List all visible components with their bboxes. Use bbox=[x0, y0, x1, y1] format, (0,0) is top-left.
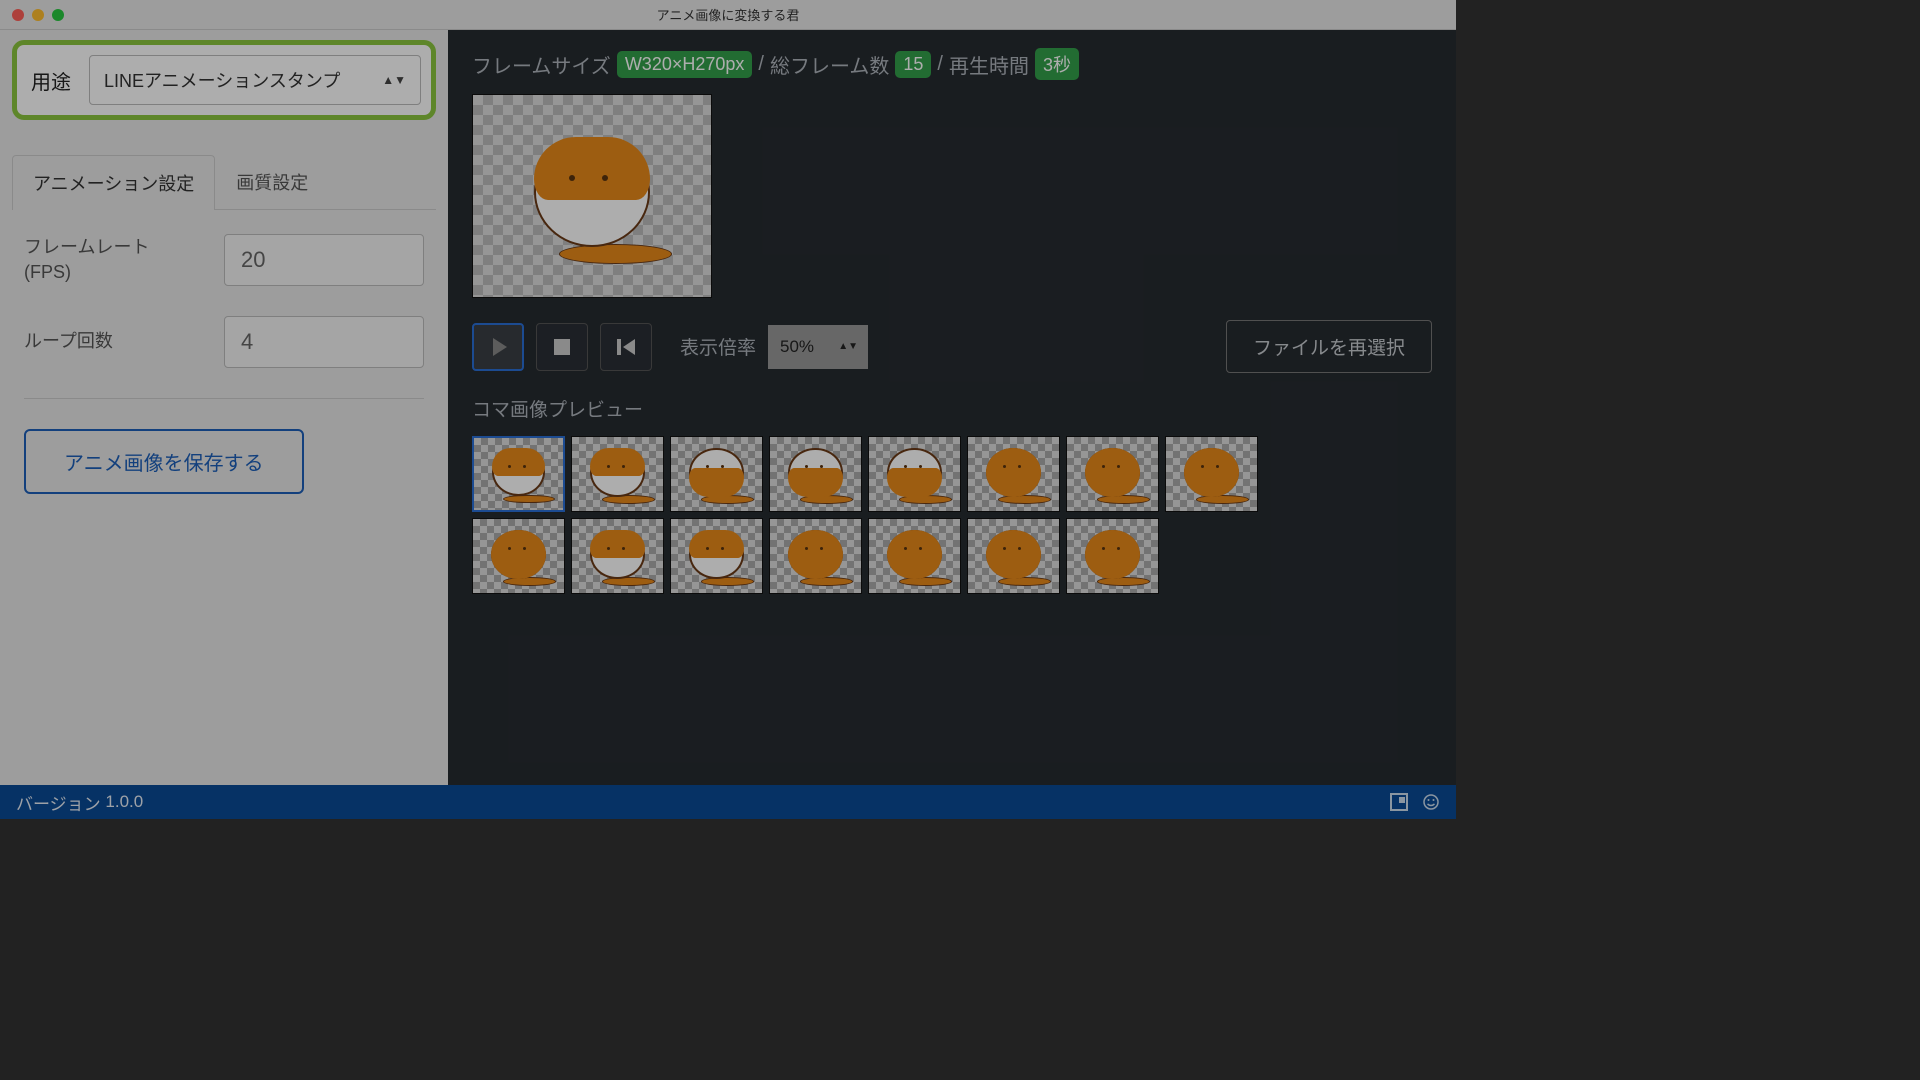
divider bbox=[24, 398, 424, 399]
zoom-label: 表示倍率 bbox=[680, 333, 756, 360]
maximize-window-button[interactable] bbox=[52, 9, 64, 21]
save-animation-button[interactable]: アニメ画像を保存する bbox=[24, 429, 304, 494]
tab-quality-settings[interactable]: 画質設定 bbox=[215, 154, 329, 209]
purpose-label: 用途 bbox=[27, 66, 71, 95]
preview-panel: フレームサイズ W320×H270px / 総フレーム数 15 / 再生時間 3… bbox=[448, 30, 1456, 785]
frame-thumbnail[interactable] bbox=[571, 518, 664, 594]
play-button[interactable] bbox=[472, 323, 524, 371]
reselect-files-button[interactable]: ファイルを再選択 bbox=[1226, 320, 1432, 373]
tab-animation-settings[interactable]: アニメーション設定 bbox=[12, 155, 215, 210]
total-frames-badge: 15 bbox=[895, 51, 931, 78]
frame-thumbnail[interactable] bbox=[1066, 436, 1159, 512]
app-logo-icon[interactable] bbox=[1390, 793, 1408, 811]
status-bar: バージョン 1.0.0 bbox=[0, 785, 1456, 819]
step-back-icon bbox=[617, 339, 635, 355]
settings-sidebar: 用途 LINEアニメーションスタンプ ▲▼ アニメーション設定 画質設定 フレー… bbox=[0, 30, 448, 785]
frames-heading: コマ画像プレビュー bbox=[472, 395, 1432, 422]
playback-controls: 表示倍率 50% ▲▼ ファイルを再選択 bbox=[472, 320, 1432, 373]
frame-thumbnail[interactable] bbox=[868, 518, 961, 594]
purpose-highlight: 用途 LINEアニメーションスタンプ ▲▼ bbox=[12, 40, 436, 120]
close-window-button[interactable] bbox=[12, 9, 24, 21]
preview-canvas bbox=[472, 94, 712, 298]
stop-icon bbox=[554, 339, 570, 355]
frame-thumbnail[interactable] bbox=[1066, 518, 1159, 594]
play-icon bbox=[493, 338, 507, 356]
total-frames-label: 総フレーム数 bbox=[770, 50, 889, 79]
duration-label: 再生時間 bbox=[949, 50, 1029, 79]
version-value: 1.0.0 bbox=[105, 792, 143, 812]
frame-thumbnail[interactable] bbox=[571, 436, 664, 512]
frame-thumbnail[interactable] bbox=[769, 518, 862, 594]
stop-button[interactable] bbox=[536, 323, 588, 371]
step-back-button[interactable] bbox=[600, 323, 652, 371]
app-window: アニメ画像に変換する君 用途 LINEアニメーションスタンプ ▲▼ アニメーショ… bbox=[0, 0, 1456, 819]
chevron-updown-icon: ▲▼ bbox=[838, 343, 858, 350]
frame-size-label: フレームサイズ bbox=[472, 50, 611, 79]
minimize-window-button[interactable] bbox=[32, 9, 44, 21]
frame-thumbnail[interactable] bbox=[670, 436, 763, 512]
frame-thumbnail[interactable] bbox=[967, 518, 1060, 594]
frame-info-line: フレームサイズ W320×H270px / 総フレーム数 15 / 再生時間 3… bbox=[472, 48, 1432, 80]
titlebar: アニメ画像に変換する君 bbox=[0, 0, 1456, 30]
frame-thumbnails bbox=[472, 436, 1352, 594]
loop-count-input[interactable]: 4 bbox=[224, 316, 424, 368]
frame-thumbnail[interactable] bbox=[1165, 436, 1258, 512]
purpose-select[interactable]: LINEアニメーションスタンプ ▲▼ bbox=[89, 55, 421, 105]
chevron-updown-icon: ▲▼ bbox=[382, 77, 406, 84]
window-title: アニメ画像に変換する君 bbox=[657, 5, 800, 24]
frame-thumbnail[interactable] bbox=[868, 436, 961, 512]
frame-thumbnail[interactable] bbox=[472, 436, 565, 512]
duration-badge: 3秒 bbox=[1035, 48, 1079, 80]
frame-thumbnail[interactable] bbox=[472, 518, 565, 594]
version-label: バージョン bbox=[16, 790, 101, 815]
frame-thumbnail[interactable] bbox=[769, 436, 862, 512]
zoom-select[interactable]: 50% ▲▼ bbox=[768, 325, 868, 369]
frame-thumbnail[interactable] bbox=[967, 436, 1060, 512]
frame-size-badge: W320×H270px bbox=[617, 51, 753, 78]
fps-label: フレームレート (FPS) bbox=[24, 235, 224, 285]
loop-count-label: ループ回数 bbox=[24, 329, 224, 354]
purpose-select-value: LINEアニメーションスタンプ bbox=[104, 67, 340, 93]
window-controls bbox=[12, 9, 64, 21]
smiley-icon[interactable] bbox=[1422, 793, 1440, 811]
settings-tabs: アニメーション設定 画質設定 bbox=[12, 154, 436, 210]
frame-thumbnail[interactable] bbox=[670, 518, 763, 594]
fps-input[interactable]: 20 bbox=[224, 234, 424, 286]
